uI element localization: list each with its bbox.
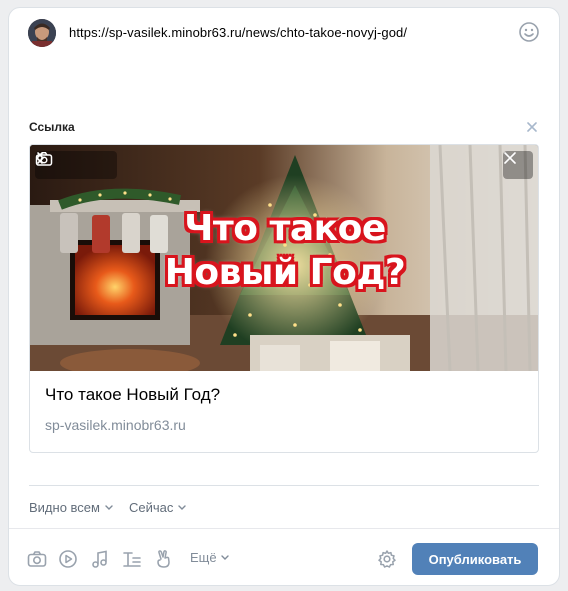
gear-icon[interactable] [376, 548, 398, 570]
chevron-right-icon[interactable] [37, 151, 87, 179]
publish-time-dropdown[interactable]: Сейчас [129, 500, 187, 515]
chevron-down-icon [105, 504, 113, 510]
publish-button[interactable]: Опубликовать [412, 543, 538, 575]
play-circle-icon[interactable] [57, 548, 79, 570]
preview-overlay-title: Что такое Новый Год? [30, 207, 538, 295]
music-note-icon[interactable] [89, 548, 111, 570]
camera-icon[interactable] [35, 151, 113, 179]
close-icon[interactable] [525, 120, 539, 134]
divider [29, 485, 539, 486]
smile-icon[interactable] [518, 21, 540, 43]
more-label: Ещё [190, 550, 217, 565]
avatar[interactable] [28, 19, 56, 47]
chevron-down-icon [178, 504, 187, 510]
link-preview-image[interactable]: Что такое Новый Год? [30, 145, 538, 371]
attachment-section-label: Ссылка [29, 120, 75, 134]
image-controls [35, 151, 117, 179]
hand-icon[interactable] [153, 548, 175, 570]
more-attachments-button[interactable]: Ещё [190, 550, 230, 565]
overlay-line-2: Новый Год? [164, 252, 406, 293]
visibility-dropdown[interactable]: Видно всем [29, 500, 114, 515]
camera-icon[interactable] [26, 548, 48, 570]
post-composer: https://sp-vasilek.minobr63.ru/news/chto… [8, 7, 560, 586]
chevron-down-icon [220, 554, 229, 560]
close-icon[interactable] [503, 151, 533, 179]
visibility-label: Видно всем [29, 500, 100, 515]
link-title[interactable]: Что такое Новый Год? [45, 385, 220, 405]
text-icon[interactable] [121, 548, 143, 570]
post-text-input[interactable]: https://sp-vasilek.minobr63.ru/news/chto… [69, 25, 407, 40]
publish-time-label: Сейчас [129, 500, 174, 515]
overlay-line-1: Что такое [184, 208, 386, 249]
composer-toolbar: Ещё Опубликовать [9, 528, 559, 586]
link-domain: sp-vasilek.minobr63.ru [45, 417, 186, 433]
link-preview-card[interactable]: Что такое Новый Год? Что такое Новый Год… [29, 144, 539, 453]
